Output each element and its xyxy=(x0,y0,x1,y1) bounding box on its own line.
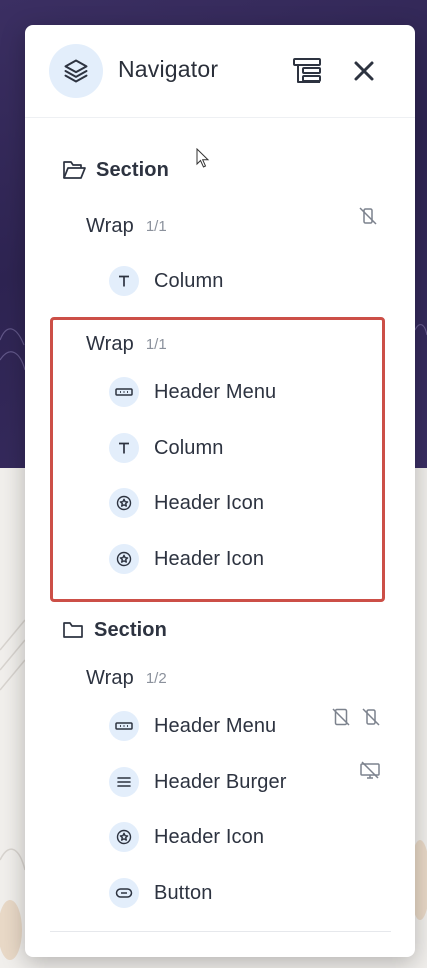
mobile-hidden-icon[interactable] xyxy=(360,706,382,728)
star-badge-icon xyxy=(109,488,139,518)
menu-bar-icon xyxy=(109,711,139,741)
navigator-panel: Navigator Section Wrap 1/1 Column Wrap 1… xyxy=(25,25,415,957)
tree-item-section-1[interactable]: Section xyxy=(62,150,169,190)
tree-item-header-menu-2[interactable]: Header Menu xyxy=(109,706,276,746)
tree-item-label: Header Icon xyxy=(154,491,265,514)
mobile-hidden-icon[interactable] xyxy=(357,205,379,227)
wrap-count: 1/1 xyxy=(145,217,167,235)
close-button[interactable] xyxy=(346,53,382,89)
tree-item-header-icon-2[interactable]: Header Icon xyxy=(109,539,264,579)
tree-item-header-icon-1[interactable]: Header Icon xyxy=(109,483,264,523)
tree-item-button[interactable]: Button xyxy=(109,873,212,913)
mouse-cursor-icon xyxy=(196,148,210,168)
tree-item-wrap-3[interactable]: Wrap 1/2 xyxy=(86,658,167,698)
wrap-count: 1/1 xyxy=(145,335,167,353)
menu-bar-icon xyxy=(109,377,139,407)
folder-open-icon xyxy=(62,159,86,181)
structure-toggle-button[interactable] xyxy=(289,53,325,89)
tree-item-label: Header Menu xyxy=(154,714,277,737)
star-badge-icon xyxy=(109,544,139,574)
tree-item-wrap-1[interactable]: Wrap 1/1 xyxy=(86,206,167,246)
tree-item-label: Header Icon xyxy=(154,547,265,570)
hamburger-icon xyxy=(109,767,139,797)
text-icon xyxy=(109,266,139,296)
tree-item-label: Header Menu xyxy=(154,380,277,403)
tree-item-label: Wrap xyxy=(86,214,134,237)
layers-icon xyxy=(49,44,103,98)
tree-item-wrap-2[interactable]: Wrap 1/1 xyxy=(86,324,167,364)
tree-item-label: Section xyxy=(94,618,167,641)
tree-item-header-icon-3[interactable]: Header Icon xyxy=(109,817,264,857)
tree-item-header-menu[interactable]: Header Menu xyxy=(109,372,276,412)
tree-item-section-2[interactable]: Section xyxy=(62,610,167,650)
tree-item-column-1[interactable]: Column xyxy=(109,261,224,301)
close-icon xyxy=(354,61,374,81)
tree-item-label: Button xyxy=(154,881,213,904)
button-icon xyxy=(109,878,139,908)
text-icon xyxy=(109,433,139,463)
structure-icon xyxy=(293,58,321,83)
tree-item-label: Wrap xyxy=(86,332,134,355)
desktop-hidden-icon[interactable] xyxy=(359,760,381,782)
tree-item-label: Column xyxy=(154,269,224,292)
tree-item-label: Header Burger xyxy=(154,770,287,793)
tree-item-label: Header Icon xyxy=(154,825,265,848)
tree-item-label: Section xyxy=(96,158,169,181)
tablet-hidden-icon[interactable] xyxy=(330,706,352,728)
wrap-count: 1/2 xyxy=(145,669,167,687)
footer-divider xyxy=(50,931,391,932)
folder-icon xyxy=(62,620,84,640)
tree-item-header-burger[interactable]: Header Burger xyxy=(109,762,286,802)
star-badge-icon xyxy=(109,822,139,852)
navigator-header: Navigator xyxy=(25,25,415,118)
tree-item-label: Wrap xyxy=(86,666,134,689)
tree-item-column-2[interactable]: Column xyxy=(109,428,224,468)
navigator-title: Navigator xyxy=(118,56,219,82)
tree-item-label: Column xyxy=(154,436,224,459)
